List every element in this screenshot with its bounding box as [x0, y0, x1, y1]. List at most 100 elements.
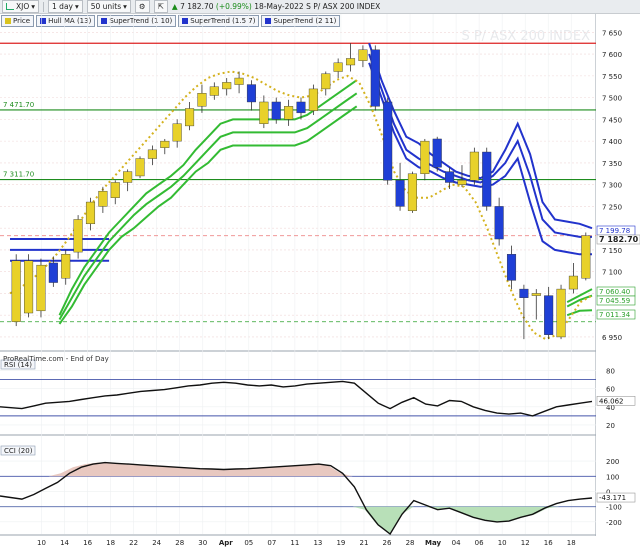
chart-watermark: S P/ ASX 200 INDEX — [461, 29, 590, 44]
price-tick-label: 7 600 — [602, 51, 622, 59]
price-tick-label: 7 150 — [602, 247, 622, 255]
price-tick-label: 7 450 — [602, 116, 622, 124]
candle-body — [85, 201, 96, 225]
cci-oversold-fill — [0, 506, 596, 534]
gear-icon: ⚙ — [138, 2, 146, 11]
candle-body — [135, 158, 145, 177]
time-tick-label: 16 — [544, 539, 553, 547]
candle-body — [73, 219, 83, 253]
candle-body — [222, 82, 232, 90]
rsi-value-label: 46.062 — [599, 397, 624, 405]
timeframe-label: 1 day — [52, 2, 73, 11]
candles-layer — [11, 43, 591, 340]
up-arrow-icon: ▲ — [171, 2, 178, 11]
candle-body — [246, 84, 257, 103]
candle-body — [308, 88, 318, 111]
export-icon: ⇱ — [157, 2, 164, 11]
time-tick-label: 10 — [37, 539, 46, 547]
candle-body — [123, 171, 133, 183]
supertrend-blue-line — [10, 62, 592, 262]
candle-body — [11, 260, 21, 322]
candle-body — [506, 254, 517, 281]
price-chart: S P/ ASX 200 INDEX 7 471.70 7 311.70 7 65… — [0, 14, 640, 548]
value-label: 7 045.59 — [599, 297, 630, 305]
toolbar: XJO ▾ 1 day ▾ 50 units ▾ ⚙ ⇱ ▲ 7 182.70 … — [0, 0, 640, 14]
candle-body — [556, 288, 566, 338]
price-tick-label: 7 100 — [602, 269, 622, 277]
time-tick-label: 10 — [498, 539, 507, 547]
time-tick-label: 06 — [475, 539, 484, 547]
price-tick-label: 7 400 — [602, 138, 622, 146]
candle-body — [432, 138, 442, 168]
candle-body — [370, 49, 380, 107]
candle-body — [271, 101, 281, 120]
candle-body — [259, 101, 269, 124]
footer-note: ProRealTime.com - End of Day — [3, 355, 109, 363]
chart-icon — [6, 3, 14, 10]
candle-body — [321, 73, 331, 90]
time-tick-label: 13 — [313, 539, 322, 547]
price-tick-label: 7 250 — [602, 203, 622, 211]
candle-body — [345, 58, 356, 66]
cci-tick-label: 100 — [606, 473, 619, 481]
units-dropdown[interactable]: 50 units ▾ — [86, 0, 131, 13]
candle-body — [160, 140, 170, 148]
units-label: 50 units — [90, 2, 122, 11]
chevron-down-icon: ▾ — [31, 2, 36, 11]
candle-body — [420, 140, 430, 174]
price-tick-label: 7 350 — [602, 160, 622, 168]
time-tick-label: 22 — [129, 539, 138, 547]
price-tick-label: 6 950 — [602, 334, 622, 342]
candle-body — [61, 254, 71, 279]
candle-body — [147, 149, 157, 159]
level-label: 7 311.70 — [3, 171, 34, 179]
quote-date: 18-May-2022 — [254, 2, 304, 11]
candle-body — [519, 288, 529, 298]
last-price: 7 182.70 — [180, 2, 214, 11]
candle-body — [482, 151, 492, 207]
indicator-layer — [0, 42, 596, 536]
cci-value-label: -43.171 — [599, 494, 626, 502]
time-tick-label: 19 — [336, 539, 345, 547]
timeframe-dropdown[interactable]: 1 day ▾ — [48, 0, 83, 13]
price-tick-label: 7 550 — [602, 73, 622, 81]
candle-body — [333, 62, 343, 72]
candle-body — [531, 293, 541, 296]
instrument-name: S P/ ASX 200 INDEX — [306, 2, 381, 11]
time-tick-label: 16 — [83, 539, 92, 547]
candle-body — [234, 77, 244, 85]
time-tick-label: 28 — [175, 539, 184, 547]
time-tick-label: 26 — [383, 539, 392, 547]
toolbar-divider — [43, 1, 45, 12]
rsi-tick-label: 20 — [606, 422, 615, 430]
export-button[interactable]: ⇱ — [153, 0, 168, 13]
time-tick-label: 05 — [244, 539, 253, 547]
candle-body — [36, 264, 46, 312]
time-tick-label: 18 — [567, 539, 576, 547]
candle-body — [469, 151, 479, 181]
value-label: 7 182.70 — [599, 235, 639, 244]
grid-layer — [0, 14, 640, 536]
candle-body — [581, 235, 591, 279]
candle-body — [445, 171, 455, 183]
candle-body — [185, 108, 195, 127]
candle-body — [544, 295, 554, 335]
chevron-down-icon: ▾ — [123, 2, 127, 11]
cci-title: CCI (20) — [4, 447, 33, 455]
candle-body — [48, 262, 58, 283]
price-tick-label: 7 300 — [602, 182, 622, 190]
candle-body — [197, 93, 207, 107]
supertrend-green-line — [58, 105, 593, 325]
chevron-down-icon: ▾ — [74, 2, 79, 11]
time-tick-label: 12 — [521, 539, 530, 547]
cci-tick-label: -200 — [606, 519, 622, 527]
time-tick-label: 28 — [406, 539, 415, 547]
price-tick-label: 7 500 — [602, 95, 622, 103]
value-label: 7 011.34 — [599, 311, 631, 319]
candle-body — [296, 101, 306, 114]
symbol-selector[interactable]: XJO ▾ — [2, 0, 40, 13]
candle-body — [172, 123, 182, 142]
time-tick-label: Apr — [219, 539, 233, 547]
time-tick-label: 30 — [198, 539, 207, 547]
settings-button[interactable]: ⚙ — [134, 0, 150, 13]
